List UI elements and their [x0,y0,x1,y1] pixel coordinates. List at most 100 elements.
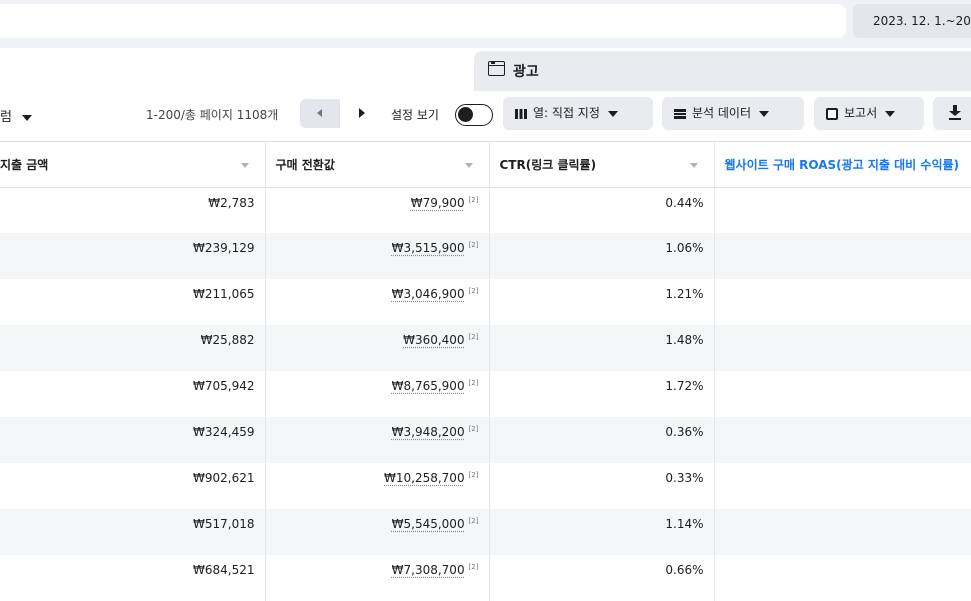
pagination-text: 1-200/총 페이지 1108개 [146,106,278,123]
purchase-value-cell[interactable]: ₩3,515,900 [2] [265,233,489,279]
sort-icon[interactable] [690,163,698,168]
ctr-cell: 0.33% [489,463,714,509]
chevron-right-icon [359,108,365,118]
roas-cell [714,325,971,371]
ctr-cell: 1.21% [489,279,714,325]
spend-cell: ₩324,459 [0,417,265,463]
footnote-marker: [2] [469,471,479,479]
column-header-spend[interactable]: 지출 금액 [0,142,265,188]
previous-page-button[interactable] [300,99,340,128]
purchase-value: ₩8,765,900 [392,379,465,393]
sort-icon[interactable] [241,163,249,168]
spend-cell: ₩517,018 [0,509,265,555]
footnote-marker: [2] [469,287,479,295]
tab-active[interactable] [0,48,466,93]
table-row: ₩239,129 ₩3,515,900 [2] 1.06% [0,233,971,279]
chevron-down-icon [759,111,769,117]
purchase-value: ₩7,308,700 [392,563,465,577]
roas-cell [714,509,971,555]
column-header-label: 웹사이트 구매 ROAS(광고 지출 대비 수익률) [725,158,960,172]
table-row: ₩2,783 ₩79,900 [2] 0.44% [0,188,971,234]
purchase-value-cell[interactable]: ₩3,046,900 [2] [265,279,489,325]
footnote-marker: [2] [469,241,479,249]
purchase-value-cell[interactable]: ₩10,258,700 [2] [265,463,489,509]
spend-cell: ₩239,129 [0,233,265,279]
roas-cell [714,555,971,601]
ctr-cell: 0.36% [489,417,714,463]
spend-cell: ₩705,942 [0,371,265,417]
purchase-value-cell[interactable]: ₩3,948,200 [2] [265,417,489,463]
spend-cell: ₩902,621 [0,463,265,509]
columns-button-label: 열: 직접 지정 [533,106,600,120]
search-filter-bar[interactable] [0,4,846,38]
ctr-cell: 1.14% [489,509,714,555]
ctr-cell: 1.48% [489,325,714,371]
roas-cell [714,463,971,509]
purchase-value: ₩3,948,200 [392,425,465,439]
purchase-value: ₩3,515,900 [392,241,465,255]
column-header-label: CTR(링크 클릭률) [500,158,597,172]
purchase-value-cell[interactable]: ₩5,545,000 [2] [265,509,489,555]
footnote-marker: [2] [469,196,479,204]
table-row: ₩705,942 ₩8,765,900 [2] 1.72% [0,371,971,417]
chevron-down-icon [22,115,32,121]
spend-cell: ₩211,065 [0,279,265,325]
column-header-label: 지출 금액 [0,158,48,172]
purchase-value-cell[interactable]: ₩8,765,900 [2] [265,371,489,417]
footnote-marker: [2] [469,425,479,433]
table-row: ₩517,018 ₩5,545,000 [2] 1.14% [0,509,971,555]
toolbar-dropdown-left[interactable]: 럼 [0,106,32,125]
purchase-value: ₩5,545,000 [392,517,465,531]
toolbar-dropdown-left-label: 럼 [0,110,12,125]
spend-cell: ₩684,521 [0,555,265,601]
roas-cell [714,371,971,417]
column-header-purchase-value[interactable]: 구매 전환값 [265,142,489,188]
table-row: ₩25,882 ₩360,400 [2] 1.48% [0,325,971,371]
chevron-down-icon [885,111,895,117]
column-header-ctr[interactable]: CTR(링크 클릭률) [489,142,714,188]
chevron-down-icon [608,111,618,117]
tab-ads[interactable] [474,51,971,91]
spend-cell: ₩2,783 [0,188,265,234]
report-icon [826,108,838,120]
column-header-roas[interactable]: 웹사이트 구매 ROAS(광고 지출 대비 수익률) [714,142,971,188]
roas-cell [714,188,971,234]
table-header-row: 지출 금액 구매 전환값 CTR(링크 클릭률) 웹사이트 구매 ROAS(광고… [0,142,971,188]
date-range-button[interactable]: 2023. 12. 1.~2023 [853,4,971,38]
purchase-value-cell[interactable]: ₩79,900 [2] [265,188,489,234]
download-icon-base [949,118,961,120]
toggle-knob [458,107,473,122]
ctr-cell: 1.06% [489,233,714,279]
footnote-marker: [2] [469,379,479,387]
view-settings-toggle[interactable] [455,104,493,126]
reports-button[interactable]: 보고서 [814,97,924,130]
breakdown-button-label: 분석 데이터 [692,106,751,120]
sort-icon[interactable] [465,163,473,168]
table-row: ₩902,621 ₩10,258,700 [2] 0.33% [0,463,971,509]
columns-button[interactable]: 열: 직접 지정 [503,97,653,130]
breakdown-button[interactable]: 분석 데이터 [662,97,804,130]
columns-icon [515,109,527,119]
footnote-marker: [2] [469,517,479,525]
purchase-value: ₩360,400 [403,333,465,347]
purchase-value-cell[interactable]: ₩7,308,700 [2] [265,555,489,601]
ctr-cell: 1.72% [489,371,714,417]
ads-table: 지출 금액 구매 전환값 CTR(링크 클릭률) 웹사이트 구매 ROAS(광고… [0,141,971,601]
purchase-value-cell[interactable]: ₩360,400 [2] [265,325,489,371]
table-row: ₩324,459 ₩3,948,200 [2] 0.36% [0,417,971,463]
window-icon [488,61,505,76]
table-row: ₩211,065 ₩3,046,900 [2] 1.21% [0,279,971,325]
footnote-marker: [2] [469,333,479,341]
footnote-marker: [2] [469,563,479,571]
ctr-cell: 0.44% [489,188,714,234]
next-page-button[interactable] [340,99,380,128]
spend-cell: ₩25,882 [0,325,265,371]
download-icon [949,105,961,119]
purchase-value: ₩10,258,700 [384,471,465,485]
table-row: ₩684,521 ₩7,308,700 [2] 0.66% [0,555,971,601]
reports-button-label: 보고서 [844,106,877,120]
ctr-cell: 0.66% [489,555,714,601]
purchase-value: ₩79,900 [411,196,465,210]
chevron-left-icon [317,109,322,117]
view-settings-label: 설정 보기 [391,106,439,123]
